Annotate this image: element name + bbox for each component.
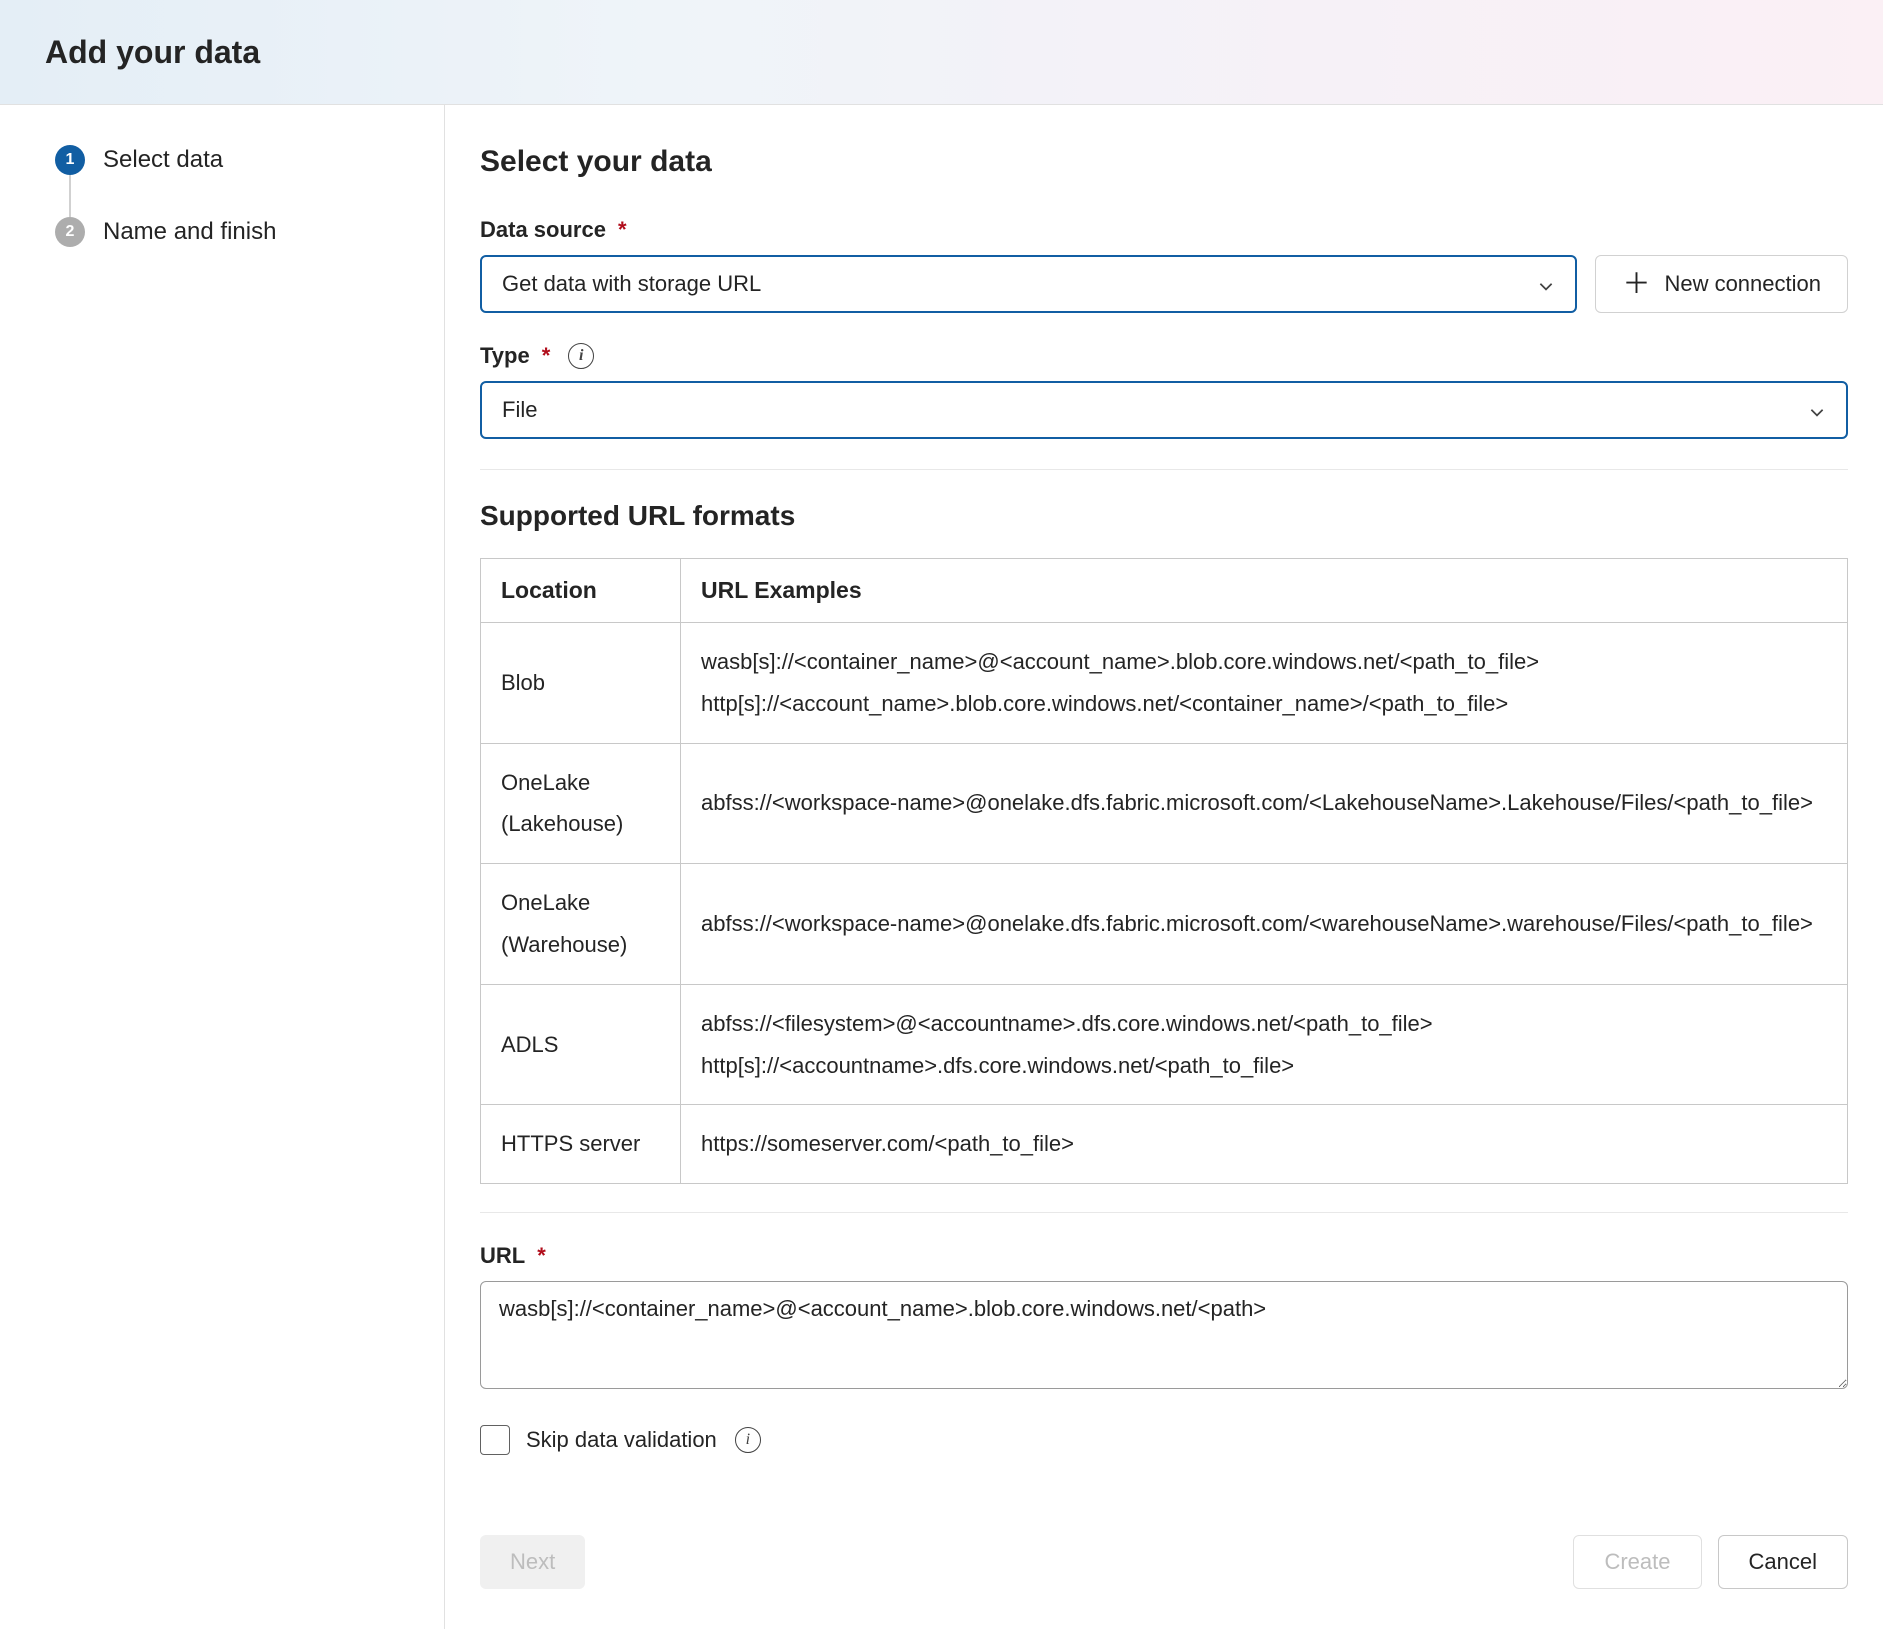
new-connection-label: New connection [1664,271,1821,297]
table-row: ADLSabfss://<filesystem>@<accountname>.d… [481,984,1848,1105]
data-source-value: Get data with storage URL [502,271,761,297]
dialog-header: Add your data [0,0,1883,105]
page-title: Select your data [480,145,1848,179]
wizard-step-name-and-finish[interactable]: 2 Name and finish [55,217,414,247]
info-icon[interactable]: i [568,343,594,369]
type-select[interactable]: File [480,381,1848,439]
type-value: File [502,397,537,423]
data-source-label: Data source* [480,217,1848,243]
skip-validation-checkbox[interactable] [480,1425,510,1455]
type-label: Type* i [480,343,1848,369]
url-examples-cell: https://someserver.com/<path_to_file> [681,1105,1848,1184]
create-button[interactable]: Create [1573,1535,1701,1589]
required-asterisk: * [537,1243,546,1269]
location-cell: ADLS [481,984,681,1105]
divider [480,1212,1848,1213]
dialog-footer: Next Create Cancel [480,1535,1848,1589]
step-number-badge: 1 [55,145,85,175]
url-examples-cell: abfss://<workspace-name>@onelake.dfs.fab… [681,864,1848,985]
url-examples-cell: abfss://<workspace-name>@onelake.dfs.fab… [681,743,1848,864]
url-examples-cell: wasb[s]://<container_name>@<account_name… [681,623,1848,744]
required-asterisk: * [618,217,627,243]
data-source-select[interactable]: Get data with storage URL [480,255,1577,313]
step-label: Select data [103,146,223,174]
table-row: OneLake (Lakehouse)abfss://<workspace-na… [481,743,1848,864]
dialog-title: Add your data [45,34,260,71]
new-connection-button[interactable]: ＋ New connection [1595,255,1848,313]
chevron-down-icon [1808,401,1826,419]
required-asterisk: * [542,343,551,369]
next-button[interactable]: Next [480,1535,585,1589]
step-label: Name and finish [103,218,276,246]
table-row: HTTPS serverhttps://someserver.com/<path… [481,1105,1848,1184]
url-examples-cell: abfss://<filesystem>@<accountname>.dfs.c… [681,984,1848,1105]
location-cell: Blob [481,623,681,744]
cancel-button[interactable]: Cancel [1718,1535,1848,1589]
url-formats-table: Location URL Examples Blobwasb[s]://<con… [480,558,1848,1184]
step-connector [69,175,71,217]
location-cell: OneLake (Warehouse) [481,864,681,985]
main-panel: Select your data Data source* Get data w… [445,105,1883,1629]
table-row: OneLake (Warehouse)abfss://<workspace-na… [481,864,1848,985]
info-icon[interactable]: i [735,1427,761,1453]
url-input[interactable] [480,1281,1848,1389]
divider [480,469,1848,470]
wizard-step-select-data[interactable]: 1 Select data [55,145,414,175]
wizard-sidebar: 1 Select data 2 Name and finish [0,105,445,1629]
url-label: URL* [480,1243,1848,1269]
table-row: Blobwasb[s]://<container_name>@<account_… [481,623,1848,744]
col-location: Location [481,559,681,623]
formats-title: Supported URL formats [480,500,1848,532]
step-number-badge: 2 [55,217,85,247]
plus-icon: ＋ [1622,270,1650,298]
chevron-down-icon [1537,275,1555,293]
location-cell: HTTPS server [481,1105,681,1184]
location-cell: OneLake (Lakehouse) [481,743,681,864]
skip-validation-label: Skip data validation [526,1427,717,1453]
col-url-examples: URL Examples [681,559,1848,623]
